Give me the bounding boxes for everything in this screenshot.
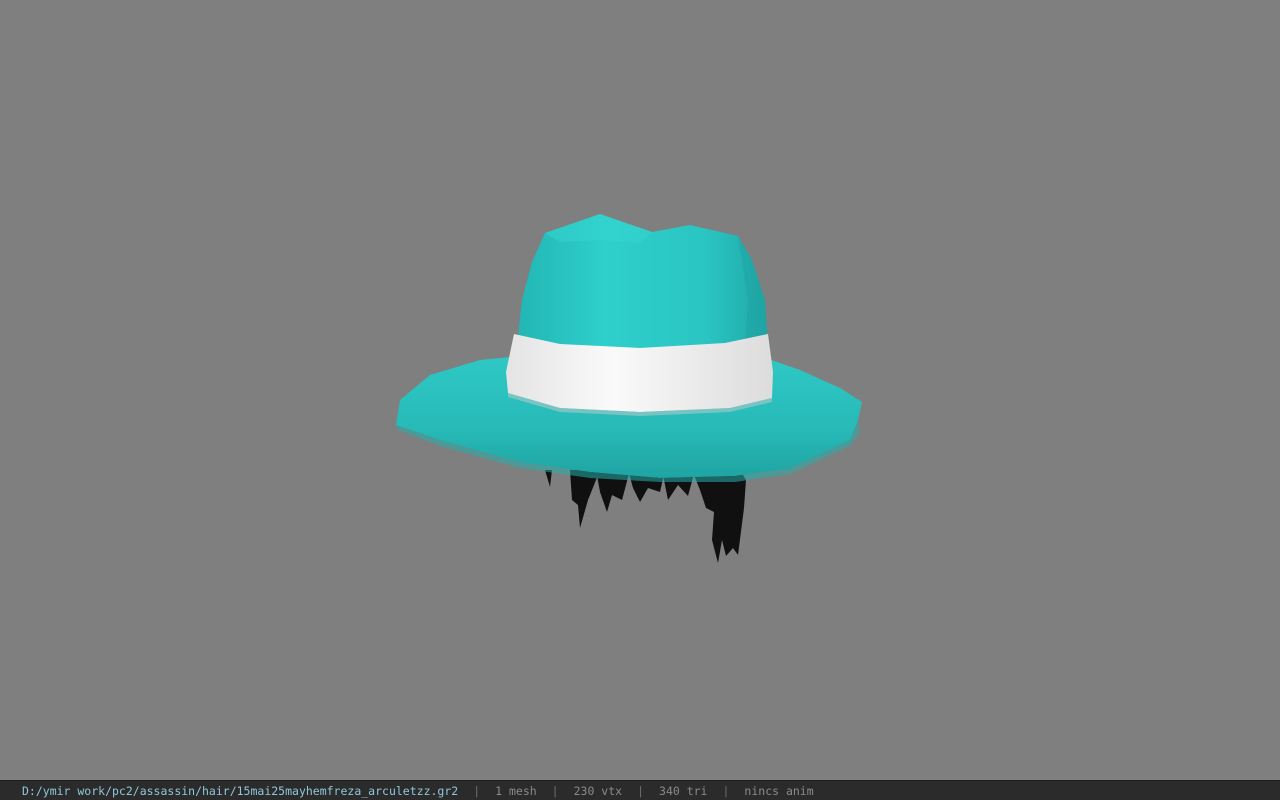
status-separator: | [473,783,481,798]
file-path-label: D:/ymir work/pc2/assassin/hair/15mai25ma… [22,783,459,798]
vertex-count-label: 230 vtx [573,783,623,798]
hair-mesh [545,470,746,563]
model-render [396,214,862,563]
mesh-count-label: 1 mesh [495,783,537,798]
status-separator: | [637,783,645,798]
3d-viewport[interactable] [0,0,1280,780]
triangle-count-label: 340 tri [659,783,708,798]
animation-status-label: nincs anim [744,783,814,798]
status-separator: | [551,783,559,798]
status-bar: D:/ymir work/pc2/assassin/hair/15mai25ma… [0,780,1280,800]
status-separator: | [722,783,730,798]
